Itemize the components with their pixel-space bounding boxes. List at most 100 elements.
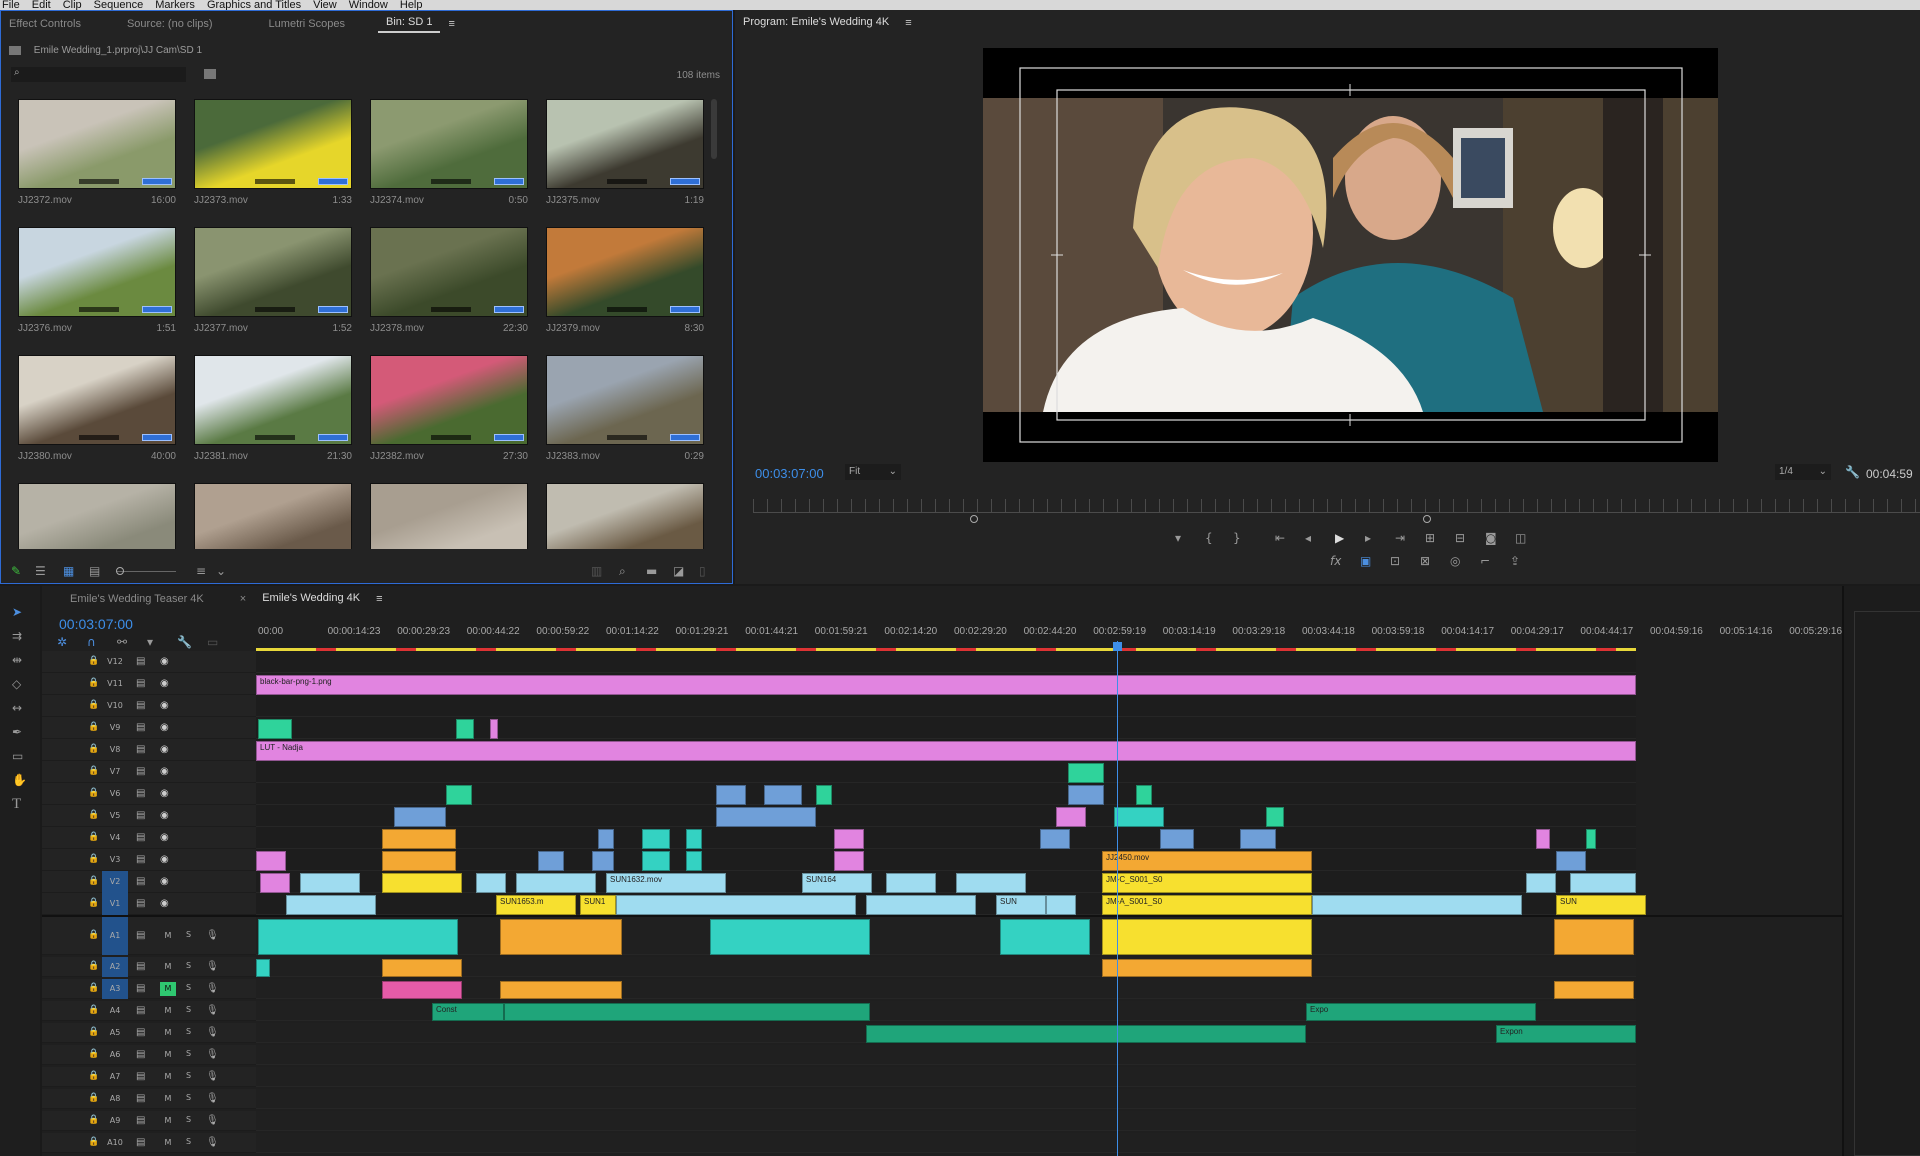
track-lane[interactable] xyxy=(256,849,1636,871)
sync-lock-icon[interactable]: ▤ xyxy=(136,788,145,799)
lock-icon[interactable]: 🔒 xyxy=(88,983,99,993)
timeline-clip[interactable]: JM-C_S001_S0 xyxy=(1102,873,1312,893)
track-label[interactable]: V7 xyxy=(102,761,128,783)
microphone-icon[interactable]: 🎙 xyxy=(206,1005,219,1016)
sync-lock-icon[interactable]: ▤ xyxy=(136,1093,145,1104)
track-lane[interactable] xyxy=(256,1045,1636,1065)
track-lane[interactable] xyxy=(256,917,1636,955)
track-header[interactable]: 🔒 V3 ▤ ◉ xyxy=(42,849,256,871)
timeline-clip[interactable] xyxy=(1068,763,1104,783)
track-lane[interactable] xyxy=(256,957,1636,977)
camera-icon[interactable]: ◙ xyxy=(1485,532,1497,544)
playhead-head[interactable] xyxy=(1113,642,1122,651)
type-tool-icon[interactable]: T xyxy=(12,797,21,812)
settings-wrench-icon[interactable]: 🔧 xyxy=(1845,466,1860,478)
track-select-icon[interactable]: ⇉ xyxy=(12,630,22,642)
scrollbar[interactable] xyxy=(711,99,717,159)
eye-icon[interactable]: ◉ xyxy=(160,876,169,887)
track-label[interactable]: A3 xyxy=(102,979,128,999)
solo-button[interactable]: S xyxy=(186,1115,191,1124)
zoom-slider-handle[interactable] xyxy=(116,567,124,575)
sync-lock-icon[interactable]: ▤ xyxy=(136,983,145,994)
track-label[interactable]: V10 xyxy=(102,695,128,717)
timeline-clip[interactable]: SUN1 xyxy=(580,895,616,915)
eye-icon[interactable]: ◉ xyxy=(160,788,169,799)
clip-thumbnail[interactable] xyxy=(546,355,704,445)
lut-clip[interactable]: LUT - Nadja xyxy=(256,741,1636,761)
timeline-clip[interactable] xyxy=(382,873,462,893)
add-marker-icon[interactable]: ▾ xyxy=(147,636,153,648)
track-lane[interactable] xyxy=(256,1133,1636,1153)
mark-in-icon[interactable]: { xyxy=(1205,532,1213,544)
video-audio-divider[interactable] xyxy=(42,915,1842,917)
mute-button[interactable]: M xyxy=(160,929,176,943)
timeline-clip[interactable] xyxy=(490,719,498,739)
timeline-clip[interactable]: Const xyxy=(432,1003,504,1021)
timeline-clip[interactable] xyxy=(1526,873,1556,893)
track-header[interactable]: 🔒 A3 ▤ M S 🎙 xyxy=(42,979,256,999)
sync-lock-icon[interactable]: ▤ xyxy=(136,1049,145,1060)
new-bin-bottom-icon[interactable]: ▬ xyxy=(646,565,657,577)
lock-icon[interactable]: 🔒 xyxy=(88,788,99,798)
menu-graphics-and-titles[interactable]: Graphics and Titles xyxy=(205,0,301,10)
lock-icon[interactable]: 🔒 xyxy=(88,1093,99,1103)
search-input[interactable]: ⌕ xyxy=(11,67,186,82)
step-back-icon[interactable]: ◂ xyxy=(1305,532,1311,544)
lift-icon[interactable]: ⊞ xyxy=(1425,532,1435,544)
mute-button[interactable]: M xyxy=(160,1114,176,1128)
step-forward-icon[interactable]: ▸ xyxy=(1365,532,1371,544)
clip-thumbnail[interactable] xyxy=(194,355,352,445)
sync-lock-icon[interactable]: ▤ xyxy=(136,1071,145,1082)
sync-lock-icon[interactable]: ▤ xyxy=(136,930,145,941)
ripple-edit-icon[interactable]: ⇹ xyxy=(12,654,22,666)
go-to-out-icon[interactable]: ⇥ xyxy=(1395,532,1405,544)
track-label[interactable]: V6 xyxy=(102,783,128,805)
program-title[interactable]: Program: Emile's Wedding 4K xyxy=(735,16,897,31)
tab-teaser-sequence[interactable]: Emile's Wedding Teaser 4K xyxy=(62,593,212,605)
timeline-clip[interactable] xyxy=(598,829,614,849)
timeline-clip[interactable]: JJ2450.mov xyxy=(1102,851,1312,871)
microphone-icon[interactable]: 🎙 xyxy=(206,983,219,994)
track-header[interactable]: 🔒 A9 ▤ M S 🎙 xyxy=(42,1111,256,1131)
fit-dropdown[interactable]: Fit ⌄ xyxy=(845,464,901,480)
lock-icon[interactable]: 🔒 xyxy=(88,810,99,820)
track-label[interactable]: V11 xyxy=(102,673,128,695)
timeline-clip[interactable] xyxy=(764,785,802,805)
new-bin-icon[interactable] xyxy=(204,69,216,79)
lock-icon[interactable]: 🔒 xyxy=(88,898,99,908)
microphone-icon[interactable]: 🎙 xyxy=(206,1137,219,1148)
automate-icon[interactable]: ▥ xyxy=(591,565,602,577)
timeline-clip[interactable] xyxy=(1136,785,1152,805)
menu-help[interactable]: Help xyxy=(398,0,423,10)
timeline-clip[interactable] xyxy=(616,895,856,915)
track-header[interactable]: 🔒 A7 ▤ M S 🎙 xyxy=(42,1067,256,1087)
timeline-clip[interactable] xyxy=(642,851,670,871)
lock-icon[interactable]: 🔒 xyxy=(88,1137,99,1147)
video-frame[interactable] xyxy=(983,48,1718,462)
sync-lock-icon[interactable]: ▤ xyxy=(136,678,145,689)
sync-lock-icon[interactable]: ▤ xyxy=(136,898,145,909)
timeline-clip[interactable] xyxy=(446,785,472,805)
clip-thumbnail[interactable] xyxy=(18,483,176,549)
menu-sequence[interactable]: Sequence xyxy=(92,0,144,10)
timeline-clip[interactable] xyxy=(1046,895,1076,915)
timeline-clip[interactable]: SUN1632.mov xyxy=(606,873,726,893)
playhead[interactable] xyxy=(1117,641,1118,1156)
lock-icon[interactable]: 🔒 xyxy=(88,678,99,688)
mark-out-icon[interactable]: } xyxy=(1233,532,1241,544)
resolution-dropdown[interactable]: 1/4 ⌄ xyxy=(1775,464,1831,480)
hand-tool-icon[interactable]: ✋ xyxy=(12,774,27,786)
timeline-clip[interactable]: SUN164 xyxy=(802,873,872,893)
track-header[interactable]: 🔒 V10 ▤ ◉ xyxy=(42,695,256,717)
timeline-clip[interactable] xyxy=(476,873,506,893)
timeline-clip[interactable] xyxy=(642,829,670,849)
timeline-clip[interactable] xyxy=(538,851,564,871)
clip-thumbnail[interactable] xyxy=(18,355,176,445)
mute-button[interactable]: M xyxy=(160,960,176,974)
menu-view[interactable]: View xyxy=(311,0,337,10)
microphone-icon[interactable]: 🎙 xyxy=(206,1049,219,1060)
track-label[interactable]: A7 xyxy=(102,1067,128,1087)
sync-lock-icon[interactable]: ▤ xyxy=(136,722,145,733)
timeline-clip[interactable] xyxy=(866,1025,1306,1043)
timeline-clip[interactable] xyxy=(1586,829,1596,849)
